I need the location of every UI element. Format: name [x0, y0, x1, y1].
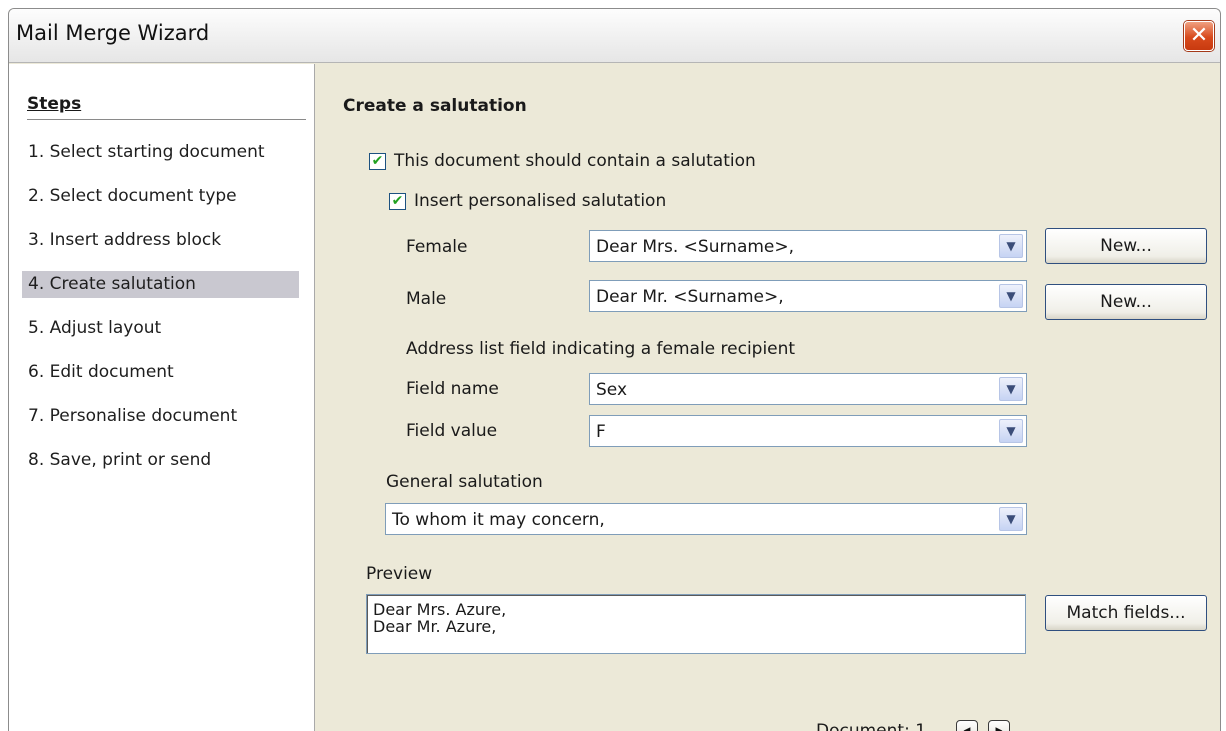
general-salutation-label: General salutation: [386, 472, 543, 492]
field-value-label: Field value: [406, 421, 498, 441]
general-salutation-value: To whom it may concern,: [392, 510, 605, 530]
male-salutation-select[interactable]: Dear Mr. <Surname>, ▼: [589, 280, 1027, 312]
field-value-value: F: [596, 422, 606, 442]
preview-label: Preview: [366, 564, 433, 584]
salutation-panel: Create a salutation ✔ This document shou…: [316, 64, 1220, 731]
address-field-caption: Address list field indicating a female r…: [406, 339, 796, 359]
general-salutation-select[interactable]: To whom it may concern, ▼: [385, 503, 1027, 535]
match-fields-button[interactable]: Match fields...: [1045, 595, 1207, 631]
steps-sidebar: Steps 1. Select starting document 2. Sel…: [9, 64, 315, 731]
field-name-label: Field name: [406, 379, 499, 399]
preview-line: Dear Mrs. Azure,: [373, 600, 507, 619]
page-title: Create a salutation: [343, 96, 527, 116]
contain-salutation-checkbox[interactable]: ✔: [369, 153, 386, 170]
preview-line: Dear Mr. Azure,: [373, 617, 497, 636]
preview-box: Dear Mrs. Azure, Dear Mr. Azure,: [366, 594, 1026, 654]
field-name-select[interactable]: Sex ▼: [589, 373, 1027, 405]
steps-divider: [27, 119, 306, 120]
new-female-button[interactable]: New...: [1045, 228, 1207, 264]
previous-document-button[interactable]: ◀: [956, 720, 978, 731]
mail-merge-wizard-dialog: Mail Merge Wizard ✕ Steps 1. Select star…: [8, 8, 1221, 731]
male-label: Male: [406, 289, 447, 309]
step-create-salutation[interactable]: 4. Create salutation: [22, 271, 299, 298]
field-name-value: Sex: [596, 380, 628, 400]
contain-salutation-label: This document should contain a salutatio…: [394, 151, 756, 171]
step-save-print-send[interactable]: 8. Save, print or send: [22, 447, 299, 474]
step-edit-document[interactable]: 6. Edit document: [22, 359, 299, 386]
personalised-salutation-checkbox[interactable]: ✔: [389, 193, 406, 210]
step-adjust-layout[interactable]: 5. Adjust layout: [22, 315, 299, 342]
step-select-starting-document[interactable]: 1. Select starting document: [22, 139, 299, 166]
document-counter: Document: 1: [816, 721, 927, 731]
chevron-down-icon[interactable]: ▼: [999, 234, 1023, 258]
field-value-select[interactable]: F ▼: [589, 415, 1027, 447]
chevron-down-icon[interactable]: ▼: [999, 419, 1023, 443]
step-personalise-document[interactable]: 7. Personalise document: [22, 403, 299, 430]
female-salutation-select[interactable]: Dear Mrs. <Surname>, ▼: [589, 230, 1027, 262]
title-bar: Mail Merge Wizard ✕: [9, 9, 1220, 63]
window-title: Mail Merge Wizard: [16, 21, 210, 45]
step-select-document-type[interactable]: 2. Select document type: [22, 183, 299, 210]
steps-title: Steps: [27, 94, 82, 114]
next-document-button[interactable]: ▶: [988, 720, 1010, 731]
chevron-down-icon[interactable]: ▼: [999, 507, 1023, 531]
personalised-salutation-label: Insert personalised salutation: [414, 191, 667, 211]
chevron-down-icon[interactable]: ▼: [999, 377, 1023, 401]
close-icon[interactable]: ✕: [1184, 21, 1214, 51]
new-male-button[interactable]: New...: [1045, 284, 1207, 320]
step-insert-address-block[interactable]: 3. Insert address block: [22, 227, 299, 254]
chevron-down-icon[interactable]: ▼: [999, 284, 1023, 308]
male-salutation-value: Dear Mr. <Surname>,: [596, 287, 784, 307]
female-salutation-value: Dear Mrs. <Surname>,: [596, 237, 795, 257]
female-label: Female: [406, 237, 468, 257]
